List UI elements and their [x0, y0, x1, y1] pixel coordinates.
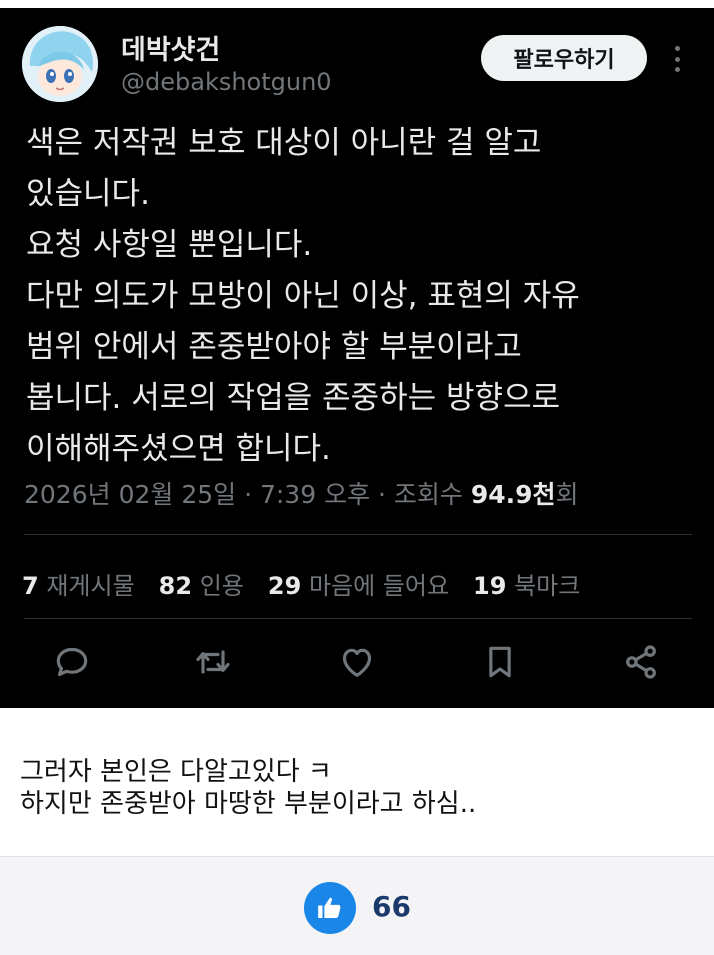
tweet-text-line: 범위 안에서 존중받아야 할 부분이라고: [26, 329, 522, 365]
stat-likes[interactable]: 29 마음에 들어요: [268, 566, 449, 601]
bookmarks-count: 19: [473, 572, 507, 600]
comment-text: 그러자 본인은 다알고있다 ㅋ 하지만 존중받아 마땅한 부분이라고 하심..: [20, 756, 700, 820]
view-count: 94.9천: [470, 480, 556, 509]
tweet-text-line: 다만 의도가 모방이 아닌 이상, 표현의 자유: [26, 278, 580, 314]
follow-button[interactable]: 팔로우하기: [481, 35, 647, 81]
stat-quotes[interactable]: 82 인용: [159, 566, 244, 601]
reposts-count: 7: [22, 572, 39, 600]
more-dot: [674, 67, 680, 72]
quotes-count: 82: [158, 572, 193, 600]
heart-icon[interactable]: [337, 642, 377, 682]
comment-line: 하지만 존중받아 마땅한 부분이라고 하심..: [20, 789, 477, 819]
divider: [24, 534, 692, 535]
avatar[interactable]: [22, 26, 98, 102]
avatar-image: [22, 26, 98, 102]
tweet-text-line: 있습니다.: [26, 176, 150, 212]
more-dot: [674, 46, 680, 51]
reposts-label: 재게시물: [46, 572, 135, 600]
comment-line: 그러자 본인은 다알고있다 ㅋ: [20, 757, 332, 787]
tweet-text-line: 봅니다. 서로의 작업을 존중하는 방향으로: [26, 380, 561, 416]
likes-count: 29: [267, 572, 302, 600]
user-handle[interactable]: @debakshotgun0: [121, 68, 332, 96]
tweet-timestamp[interactable]: 2026년 02월 25일 · 7:39 오후 · 조회수: [24, 480, 471, 509]
tweet-card: 데박샷건 @debakshotgun0 팔로우하기 색은 저작권 보호 대상이 …: [0, 8, 714, 708]
more-dot: [674, 56, 680, 62]
like-button[interactable]: [304, 882, 356, 934]
retweet-icon[interactable]: [193, 642, 233, 682]
share-icon[interactable]: [621, 642, 661, 682]
more-options-icon[interactable]: [664, 42, 690, 76]
likes-label: 마음에 들어요: [308, 572, 450, 600]
reaction-bar: 66: [0, 856, 714, 955]
stat-reposts[interactable]: 7 재게시물: [22, 566, 135, 601]
display-name[interactable]: 데박샷건: [121, 28, 220, 67]
bookmarks-label: 북마크: [514, 572, 581, 600]
tweet-stats: 7 재게시물 82 인용 29 마음에 들어요 19 북마크: [22, 566, 580, 601]
stat-bookmarks[interactable]: 19 북마크: [473, 566, 580, 601]
divider: [24, 618, 692, 619]
bookmark-icon[interactable]: [480, 642, 520, 682]
quotes-label: 인용: [199, 572, 244, 600]
tweet-text-line: 요청 사항일 뿐입니다.: [26, 227, 313, 263]
view-count-suffix: 회: [555, 480, 579, 509]
post-comment: 그러자 본인은 다알고있다 ㅋ 하지만 존중받아 마땅한 부분이라고 하심..: [0, 708, 714, 856]
tweet-text-line: 색은 저작권 보호 대상이 아니란 걸 알고: [26, 125, 542, 161]
tweet-text-line: 이해해주셨으면 합니다.: [26, 431, 331, 467]
like-count: 66: [372, 890, 411, 923]
thumbs-up-icon: [318, 897, 341, 918]
tweet-text: 색은 저작권 보호 대상이 아니란 걸 알고 있습니다. 요청 사항일 뿐입니다…: [26, 118, 696, 475]
reply-icon[interactable]: [52, 642, 92, 682]
tweet-meta: 2026년 02월 25일 · 7:39 오후 · 조회수 94.9천회: [24, 475, 579, 511]
